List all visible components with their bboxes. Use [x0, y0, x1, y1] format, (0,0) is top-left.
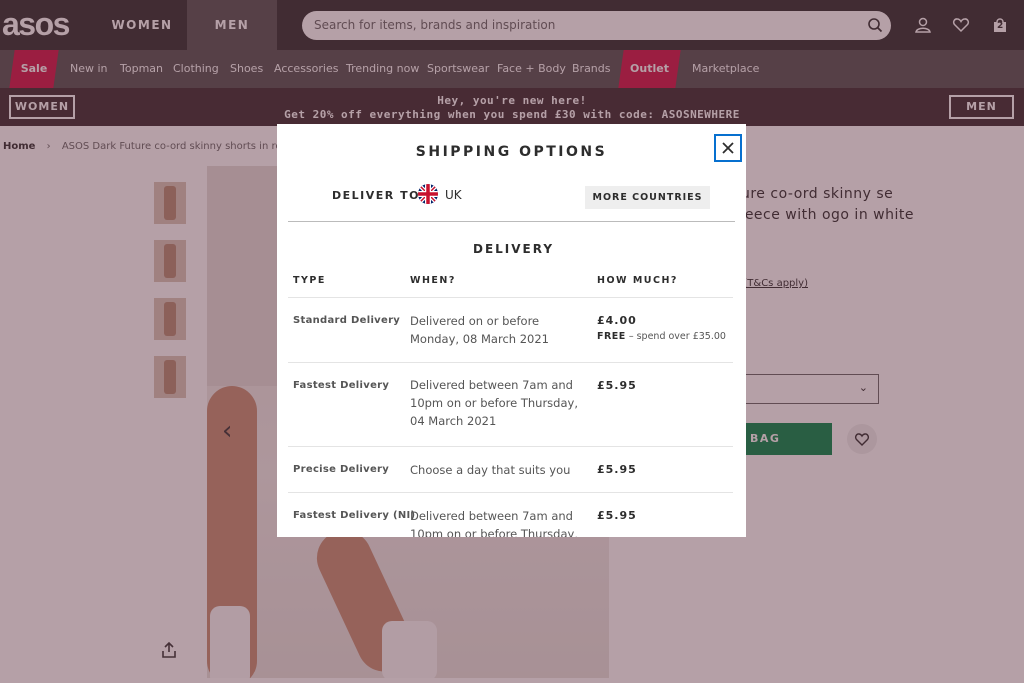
close-icon [722, 142, 734, 154]
delivery-type: Standard Delivery [293, 315, 401, 326]
row-divider [288, 446, 733, 447]
column-header-when: WHEN? [410, 275, 456, 286]
modal-divider [288, 221, 735, 222]
shipping-options-modal: SHIPPING OPTIONS DELIVER TO UK MORE COUN… [277, 124, 746, 537]
selected-country: UK [445, 188, 462, 202]
delivery-price: £4.00 [597, 314, 637, 327]
delivery-when: Delivered on or before Monday, 08 March … [410, 314, 549, 346]
delivery-price: £5.95 [597, 463, 637, 476]
free-threshold: – spend over £35.00 [628, 331, 726, 342]
row-divider [288, 297, 733, 298]
more-countries-button[interactable]: MORE COUNTRIES [585, 186, 710, 209]
close-button[interactable] [714, 134, 742, 162]
delivery-type: Precise Delivery [293, 464, 390, 475]
row-divider [288, 362, 733, 363]
delivery-when: Delivered between 7am and 10pm on or bef… [410, 378, 578, 428]
column-header-type: TYPE [293, 275, 326, 286]
row-divider [288, 492, 733, 493]
free-delivery-note: FREE – spend over £35.00 [597, 331, 726, 342]
delivery-section-title: DELIVERY [472, 242, 555, 256]
delivery-type: Fastest Delivery [293, 380, 390, 391]
deliver-to-label: DELIVER TO [332, 189, 420, 202]
delivery-when: Choose a day that suits you [410, 463, 571, 477]
delivery-type: Fastest Delivery (NI) [293, 510, 416, 521]
delivery-when: Delivered between 7am and 10pm on or bef… [410, 509, 578, 537]
free-label: FREE [597, 331, 626, 342]
uk-flag-icon [418, 184, 438, 204]
delivery-price: £5.95 [597, 509, 637, 522]
modal-title: SHIPPING OPTIONS [415, 144, 608, 160]
delivery-price: £5.95 [597, 379, 637, 392]
column-header-how-much: HOW MUCH? [597, 275, 678, 286]
